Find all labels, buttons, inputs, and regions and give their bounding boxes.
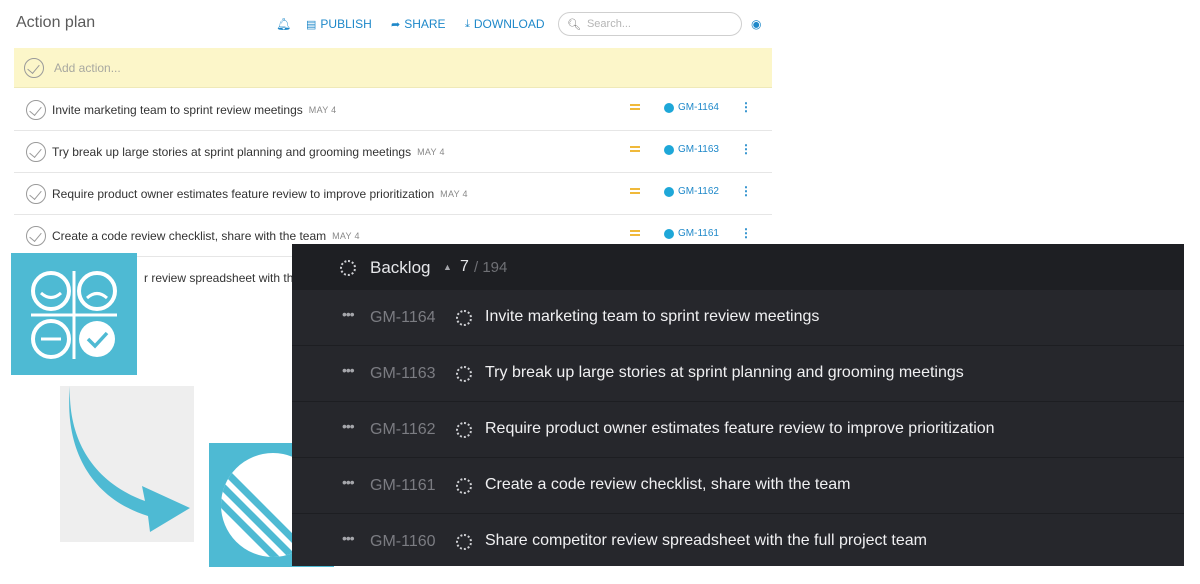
backlog-status-icon[interactable] xyxy=(456,366,472,382)
more-vertical-icon[interactable]: ⋮ xyxy=(740,142,752,156)
arrow-svg xyxy=(69,386,190,532)
linear-dot-icon xyxy=(664,144,674,155)
search-box[interactable]: 🔍︎ xyxy=(558,12,742,36)
more-horizontal-icon[interactable]: ••• xyxy=(342,474,355,490)
issue-id: GM-1163 xyxy=(678,144,719,155)
issue-row[interactable]: ••• GM-1163 Try break up large stories a… xyxy=(292,346,1184,402)
issue-row[interactable]: ••• GM-1162 Require product owner estima… xyxy=(292,402,1184,458)
action-text: Try break up large stories at sprint pla… xyxy=(52,144,412,159)
check-circle-icon[interactable] xyxy=(26,141,46,162)
issue-id: GM-1163 xyxy=(370,365,436,382)
backlog-status-icon[interactable] xyxy=(456,534,472,550)
eye-icon[interactable]: ◉ xyxy=(751,17,761,31)
check-circle-icon[interactable] xyxy=(26,225,46,246)
action-row[interactable]: Invite marketing team to sprint review m… xyxy=(14,89,772,131)
backlog-count: 7 xyxy=(460,258,469,275)
priority-medium-icon xyxy=(630,104,640,110)
download-icon: ⤓ xyxy=(465,17,470,30)
more-vertical-icon[interactable]: ⋮ xyxy=(740,226,752,240)
check-circle-icon[interactable] xyxy=(26,99,46,120)
check-circle-icon[interactable] xyxy=(26,183,46,204)
share-label: SHARE xyxy=(404,17,446,31)
issue-row[interactable]: ••• GM-1164 Invite marketing team to spr… xyxy=(292,290,1184,346)
action-row[interactable]: Require product owner estimates feature … xyxy=(14,173,772,215)
action-text: r review spreadsheet with the xyxy=(144,271,301,285)
issue-title: Try break up large stories at sprint pla… xyxy=(485,364,964,381)
priority-medium-icon xyxy=(630,230,640,236)
issue-row[interactable]: ••• GM-1160 Share competitor review spre… xyxy=(292,514,1184,566)
issue-row[interactable]: ••• GM-1161 Create a code review checkli… xyxy=(292,458,1184,514)
issue-link[interactable]: GM-1164 xyxy=(664,102,719,113)
more-vertical-icon[interactable]: ⋮ xyxy=(740,184,752,198)
more-vertical-icon[interactable]: ⋮ xyxy=(740,100,752,114)
publish-label: PUBLISH xyxy=(320,17,372,31)
action-text: Require product owner estimates feature … xyxy=(52,186,435,201)
add-action-row[interactable]: Add action... xyxy=(14,48,772,88)
share-icon: ➦ xyxy=(391,18,401,31)
action-date: MAY 4 xyxy=(308,104,337,115)
check-circle-icon xyxy=(24,57,44,78)
issue-id: GM-1161 xyxy=(678,228,719,239)
search-input[interactable] xyxy=(586,18,727,30)
action-date: MAY 4 xyxy=(332,230,360,241)
linear-dot-icon xyxy=(664,186,674,197)
more-horizontal-icon[interactable]: ••• xyxy=(342,362,355,378)
priority-medium-icon xyxy=(630,188,640,194)
action-text: Invite marketing team to sprint review m… xyxy=(52,102,303,117)
priority-medium-icon xyxy=(630,146,640,152)
backlog-title[interactable]: Backlog xyxy=(370,258,430,278)
issue-id: GM-1162 xyxy=(370,421,436,438)
issue-link[interactable]: GM-1162 xyxy=(664,186,719,197)
backlog-status-icon[interactable] xyxy=(456,422,472,438)
bell-icon[interactable]: 🔔︎ xyxy=(276,17,291,31)
priority-bars-icon: ▲ xyxy=(443,262,452,272)
issue-title: Require product owner estimates feature … xyxy=(485,420,995,437)
retro-quadrants-logo-icon xyxy=(11,253,137,375)
page-title: Action plan xyxy=(16,14,96,31)
arrow-icon xyxy=(60,386,194,542)
share-button[interactable]: ➦ SHARE xyxy=(391,17,446,31)
backlog-header: Backlog ▲ 7 / 194 xyxy=(292,244,1184,290)
issue-id: GM-1160 xyxy=(370,533,436,550)
action-date: MAY 4 xyxy=(440,188,468,199)
publish-button[interactable]: ▤ PUBLISH xyxy=(306,17,372,31)
backlog-panel: Backlog ▲ 7 / 194 ••• GM-1164 Invite mar… xyxy=(292,244,1184,566)
issue-id: GM-1164 xyxy=(370,309,436,326)
backlog-total: / 194 xyxy=(474,259,508,276)
action-plan-header: Action plan 🔔︎ ▤ PUBLISH ➦ SHARE ⤓ DOWNL… xyxy=(14,8,772,44)
linear-dot-icon xyxy=(664,102,674,113)
issue-title: Share competitor review spreadsheet with… xyxy=(485,532,927,549)
more-horizontal-icon[interactable]: ••• xyxy=(342,418,355,434)
more-horizontal-icon[interactable]: ••• xyxy=(342,530,355,546)
backlog-status-icon[interactable] xyxy=(456,478,472,494)
issue-title: Create a code review checklist, share wi… xyxy=(485,476,851,493)
search-icon: 🔍︎ xyxy=(567,18,581,31)
download-button[interactable]: ⤓ DOWNLOAD xyxy=(465,17,545,31)
publish-icon: ▤ xyxy=(306,18,317,31)
issue-id: GM-1162 xyxy=(678,186,719,197)
add-action-placeholder: Add action... xyxy=(54,60,121,75)
retro-quadrants-logo-svg xyxy=(31,271,117,359)
action-date: MAY 4 xyxy=(417,146,445,157)
issue-id: GM-1164 xyxy=(678,102,719,113)
linear-dot-icon xyxy=(664,228,674,239)
more-horizontal-icon[interactable]: ••• xyxy=(342,306,355,322)
backlog-status-icon[interactable] xyxy=(456,310,472,326)
issue-id: GM-1161 xyxy=(370,477,436,494)
issue-link[interactable]: GM-1161 xyxy=(664,228,719,239)
action-row[interactable]: Try break up large stories at sprint pla… xyxy=(14,131,772,173)
issue-link[interactable]: GM-1163 xyxy=(664,144,719,155)
action-text: Create a code review checklist, share wi… xyxy=(52,228,327,243)
issue-title: Invite marketing team to sprint review m… xyxy=(485,308,820,325)
download-label: DOWNLOAD xyxy=(473,17,545,31)
backlog-status-icon xyxy=(340,260,356,276)
